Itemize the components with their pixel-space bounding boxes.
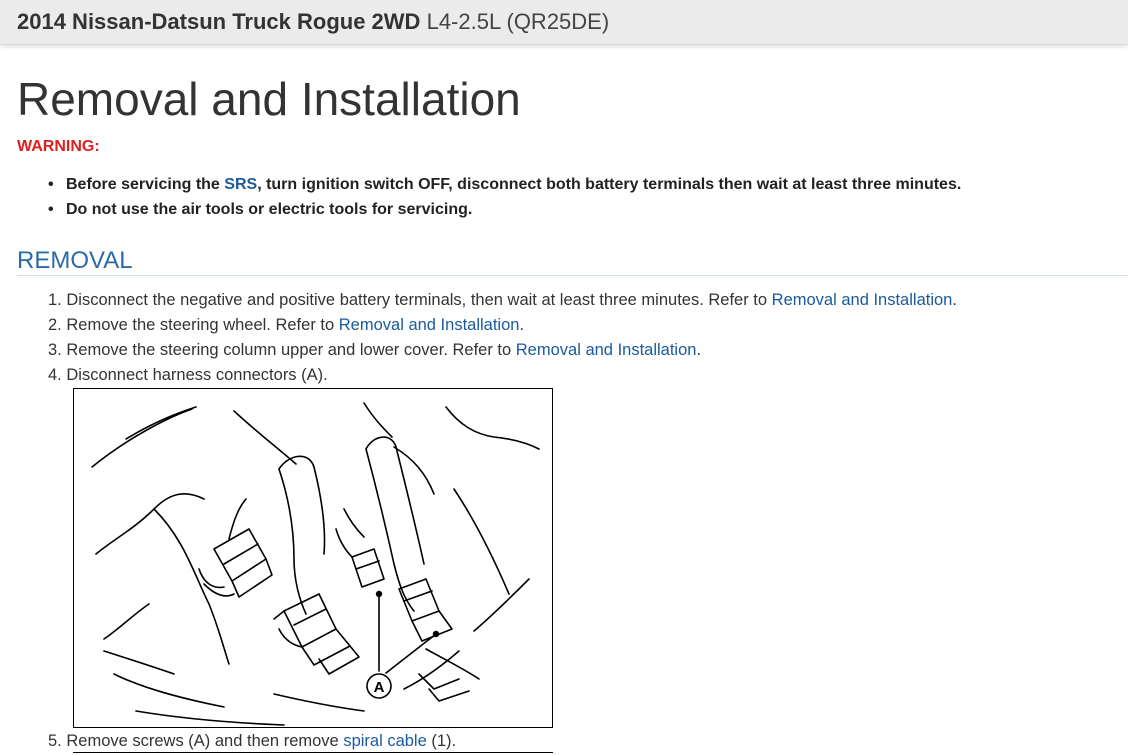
section-divider [17, 275, 1128, 276]
spiral-cable-link[interactable]: spiral cable [343, 732, 426, 750]
step-punct: . [696, 341, 702, 359]
step-number: 3. [48, 341, 62, 359]
removal-steps: 1. Disconnect the negative and positive … [48, 288, 957, 388]
step-text: Disconnect the negative and positive bat… [66, 291, 772, 309]
step-punct: (1). [426, 732, 457, 750]
vehicle-title: 2014 Nissan-Datsun Truck Rogue 2WD L4-2.… [17, 9, 609, 35]
page-title: Removal and Installation [17, 73, 521, 125]
warning-item: Before servicing the SRS, turn ignition … [48, 172, 961, 197]
step-punct: . [952, 291, 957, 309]
warning-list: Before servicing the SRS, turn ignition … [48, 172, 961, 222]
header-bar: 2014 Nissan-Datsun Truck Rogue 2WD L4-2.… [0, 0, 1128, 45]
warning-text: Do not use the air tools or electric too… [66, 201, 473, 218]
step-number: 2. [48, 316, 62, 334]
next-figure-edge [73, 752, 553, 753]
step-item: 4. Disconnect harness connectors (A). [48, 363, 957, 388]
step-text: Remove the steering wheel. Refer to [66, 316, 339, 334]
removal-installation-link[interactable]: Removal and Installation [339, 316, 520, 334]
step-text: Remove screws (A) and then remove [66, 732, 344, 750]
warning-item: Do not use the air tools or electric too… [48, 197, 961, 222]
connector-illustration: A [73, 388, 553, 728]
engine-spec: L4-2.5L (QR25DE) [426, 9, 610, 34]
srs-link[interactable]: SRS [224, 176, 257, 193]
step-text: Remove the steering column upper and low… [66, 341, 516, 359]
removal-installation-link[interactable]: Removal and Installation [772, 291, 953, 309]
step-item: 1. Disconnect the negative and positive … [48, 288, 957, 313]
step-number: 1. [48, 291, 62, 309]
step-text: Disconnect harness connectors (A). [66, 366, 328, 384]
step-number: 5. [48, 732, 62, 750]
vehicle-name: 2014 Nissan-Datsun Truck Rogue 2WD [17, 9, 421, 34]
warning-text: Before servicing the [66, 176, 225, 193]
step-item: 2. Remove the steering wheel. Refer to R… [48, 313, 957, 338]
warning-label: WARNING: [17, 138, 100, 155]
step-item: 5. Remove screws (A) and then remove spi… [48, 729, 456, 754]
removal-heading: REMOVAL [17, 247, 133, 274]
step-number: 4. [48, 366, 62, 384]
callout-a-label: A [374, 679, 385, 696]
step-item: 3. Remove the steering column upper and … [48, 338, 957, 363]
harness-connector-drawing: A [91, 402, 540, 726]
warning-text: , turn ignition switch OFF, disconnect b… [257, 176, 962, 193]
step-punct: . [519, 316, 525, 334]
removal-installation-link[interactable]: Removal and Installation [516, 341, 697, 359]
